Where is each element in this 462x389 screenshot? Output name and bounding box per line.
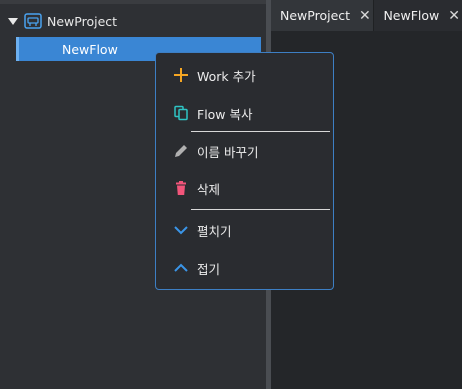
tab-newproject[interactable]: NewProject ✕ (271, 0, 374, 31)
menu-item-copy-flow[interactable]: Flow 복사 (156, 99, 333, 127)
menu-item-label: Flow 복사 (197, 106, 253, 122)
menu-item-delete[interactable]: 삭제 (156, 174, 333, 202)
tree-top-border (0, 0, 266, 4)
close-icon[interactable]: ✕ (448, 9, 460, 23)
close-icon[interactable]: ✕ (359, 9, 371, 23)
tab-label: NewFlow (383, 8, 440, 23)
menu-item-label: 펼치기 (197, 223, 232, 239)
menu-item-rename[interactable]: 이름 바꾸기 (156, 137, 333, 165)
project-icon (24, 13, 42, 29)
menu-separator (191, 131, 330, 132)
flow-label: NewFlow (62, 41, 118, 57)
menu-item-label: Work 추가 (197, 68, 256, 84)
expand-caret-icon[interactable] (8, 18, 18, 25)
tree-item-project[interactable]: NewProject (8, 11, 117, 31)
menu-item-label: 이름 바꾸기 (197, 144, 259, 160)
tab-newflow[interactable]: NewFlow ✕ (374, 0, 462, 31)
menu-separator (191, 209, 330, 210)
menu-item-expand[interactable]: 펼치기 (156, 216, 333, 244)
context-menu: Work 추가 Flow 복사 이름 바꾸기 삭제 펼치기 접기 (155, 52, 334, 290)
plus-icon (173, 67, 189, 83)
copy-icon (173, 105, 189, 121)
tab-label: NewProject (280, 8, 351, 23)
trash-icon (173, 180, 189, 196)
app-window: NewProject NewFlow NewProject ✕ NewFlow … (0, 0, 462, 389)
chevron-up-icon (173, 260, 189, 276)
menu-item-label: 삭제 (197, 181, 221, 197)
menu-item-add-work[interactable]: Work 추가 (156, 61, 333, 89)
tab-bar: NewProject ✕ NewFlow ✕ (271, 0, 462, 31)
menu-item-label: 접기 (197, 261, 221, 277)
menu-item-collapse[interactable]: 접기 (156, 254, 333, 282)
pencil-icon (173, 143, 189, 159)
project-label: NewProject (47, 13, 118, 29)
chevron-down-icon (173, 222, 189, 238)
